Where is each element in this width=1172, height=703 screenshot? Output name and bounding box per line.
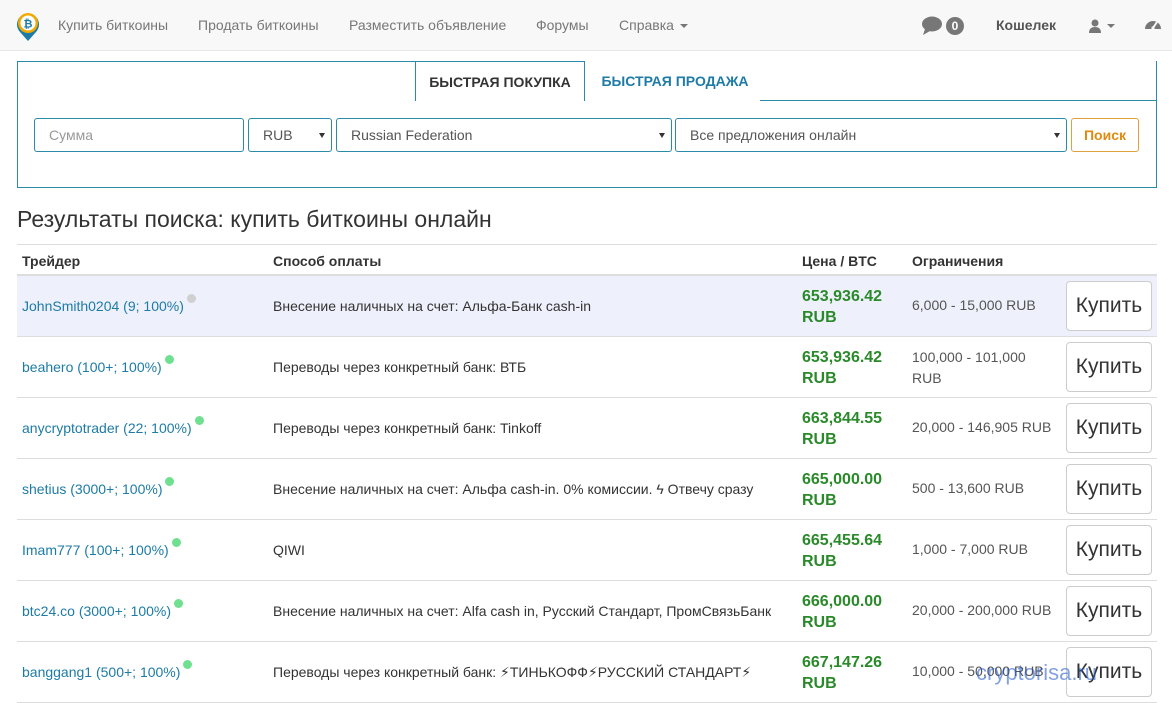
trade-limits: 20,000 - 200,000 RUB [912,602,1052,618]
price-per-btc: 653,936.42 RUB [802,349,883,387]
column-header-payment: Способ оплаты [273,253,382,269]
user-menu-dropdown[interactable] [1089,17,1115,35]
trader-name: banggang1 (500+; 100%) [22,664,181,680]
select-arrow-icon [659,133,665,138]
trade-limits: 100,000 - 101,000 RUB [912,349,1026,386]
trader-link[interactable]: btc24.co (3000+; 100%) [22,599,184,619]
svg-text:₿: ₿ [24,18,33,31]
buy-button[interactable]: Купить [1066,586,1152,636]
amount-input[interactable]: Сумма [34,118,244,152]
top-navbar: ₿ Купить биткоины Продать биткоины Разме… [0,0,1172,51]
buy-button[interactable]: Купить [1066,342,1152,392]
country-select[interactable]: Russian Federation [336,118,672,152]
online-status-icon [194,416,204,425]
search-button[interactable]: Поиск [1071,118,1139,152]
user-icon [1089,19,1101,33]
online-status-icon [171,538,181,547]
online-status-icon [183,660,193,669]
payment-method: Переводы через конкретный банк: Tinkoff [273,420,542,436]
trader-link[interactable]: JohnSmith0204 (9; 100%) [22,294,196,314]
bitcoin-logo-icon[interactable]: ₿ [14,10,42,42]
chevron-down-icon [1107,23,1115,28]
table-row: anycryptotrader (22; 100%) Переводы чере… [17,398,1157,459]
table-row: shetius (3000+; 100%) Внесение наличных … [17,459,1157,520]
trader-name: JohnSmith0204 (9; 100%) [22,298,184,314]
payment-method: Переводы через конкретный банк: ВТБ [273,359,527,375]
dashboard-gauge-icon[interactable] [1144,16,1162,32]
trader-name: beahero (100+; 100%) [22,359,162,375]
trade-limits: 500 - 13,600 RUB [912,480,1025,496]
tab-quick-sell[interactable]: Быстрая продажа [587,61,763,101]
nav-forums[interactable]: Форумы [536,17,589,33]
nav-wallet[interactable]: Кошелек [996,17,1056,33]
payment-method: QIWI [273,542,305,558]
trader-link[interactable]: banggang1 (500+; 100%) [22,660,193,680]
nav-help-label: Справка [619,17,674,33]
column-header-price: Цена / BTC [802,253,877,269]
online-status-icon [165,477,175,486]
offers-value: Все предложения онлайн [690,127,857,143]
buy-button[interactable]: Купить [1066,403,1152,453]
offers-select[interactable]: Все предложения онлайн [675,118,1067,152]
trader-name: shetius (3000+; 100%) [22,481,163,497]
currency-select[interactable]: RUB [248,118,332,152]
nav-sell-bitcoins[interactable]: Продать биткоины [198,17,319,33]
panel-top-border [17,61,417,62]
online-status-icon [164,355,174,364]
trade-limits: 1,000 - 7,000 RUB [912,541,1028,557]
table-row: Imam777 (100+; 100%) QIWI 665,455.64 RUB… [17,520,1157,581]
payment-method: Внесение наличных на счет: Альфа-Банк ca… [273,298,592,314]
price-per-btc: 665,000.00 RUB [802,471,883,509]
panel-tab-border [760,100,1157,101]
buy-button[interactable]: Купить [1066,281,1152,331]
country-value: Russian Federation [351,127,473,143]
price-per-btc: 663,844.55 RUB [802,410,883,448]
online-status-icon [174,599,184,608]
table-row: beahero (100+; 100%) Переводы через конк… [17,337,1157,398]
trader-name: anycryptotrader (22; 100%) [22,420,192,436]
site-watermark: cryptorisa.ru [976,660,1098,685]
chat-icon[interactable] [921,16,943,36]
tab-quick-buy[interactable]: Быстрая покупка [415,61,585,101]
results-title: Результаты поиска: купить биткоины онлай… [17,206,492,232]
nav-buy-bitcoins[interactable]: Купить биткоины [58,17,168,33]
chat-count-badge: 0 [946,17,964,35]
nav-help-dropdown[interactable]: Справка [619,17,688,33]
trade-limits: 20,000 - 146,905 RUB [912,419,1052,435]
buy-button[interactable]: Купить [1066,464,1152,514]
select-arrow-icon [1054,133,1060,138]
price-per-btc: 653,936.42 RUB [802,288,883,326]
trader-link[interactable]: anycryptotrader (22; 100%) [22,416,204,436]
offline-status-icon [186,294,196,303]
buy-button[interactable]: Купить [1066,525,1152,575]
currency-value: RUB [263,127,293,143]
price-per-btc: 665,455.64 RUB [802,532,883,570]
column-header-limits: Ограничения [912,253,1004,269]
trader-link[interactable]: shetius (3000+; 100%) [22,477,175,497]
table-header: Трейдер Способ оплаты Цена / BTC Огранич… [17,244,1157,276]
trade-limits: 6,000 - 15,000 RUB [912,297,1036,313]
column-header-trader: Трейдер [22,253,81,269]
table-row: JohnSmith0204 (9; 100%) Внесение наличны… [17,276,1157,337]
select-arrow-icon [319,133,325,138]
chevron-down-icon [679,24,688,29]
price-per-btc: 666,000.00 RUB [802,593,883,631]
trader-link[interactable]: beahero (100+; 100%) [22,355,174,375]
table-row: btc24.co (3000+; 100%) Внесение наличных… [17,581,1157,642]
payment-method: Внесение наличных на счет: Alfa cash in,… [273,603,772,619]
price-per-btc: 667,147.26 RUB [802,654,883,692]
nav-post-ad[interactable]: Разместить объявление [349,17,506,33]
payment-method: Внесение наличных на счет: Альфа cash-in… [273,481,754,497]
trader-name: Imam777 (100+; 100%) [22,542,169,558]
payment-method: Переводы через конкретный банк: ⚡ТИНЬКОФ… [273,664,752,680]
trader-name: btc24.co (3000+; 100%) [22,603,172,619]
trader-link[interactable]: Imam777 (100+; 100%) [22,538,181,558]
